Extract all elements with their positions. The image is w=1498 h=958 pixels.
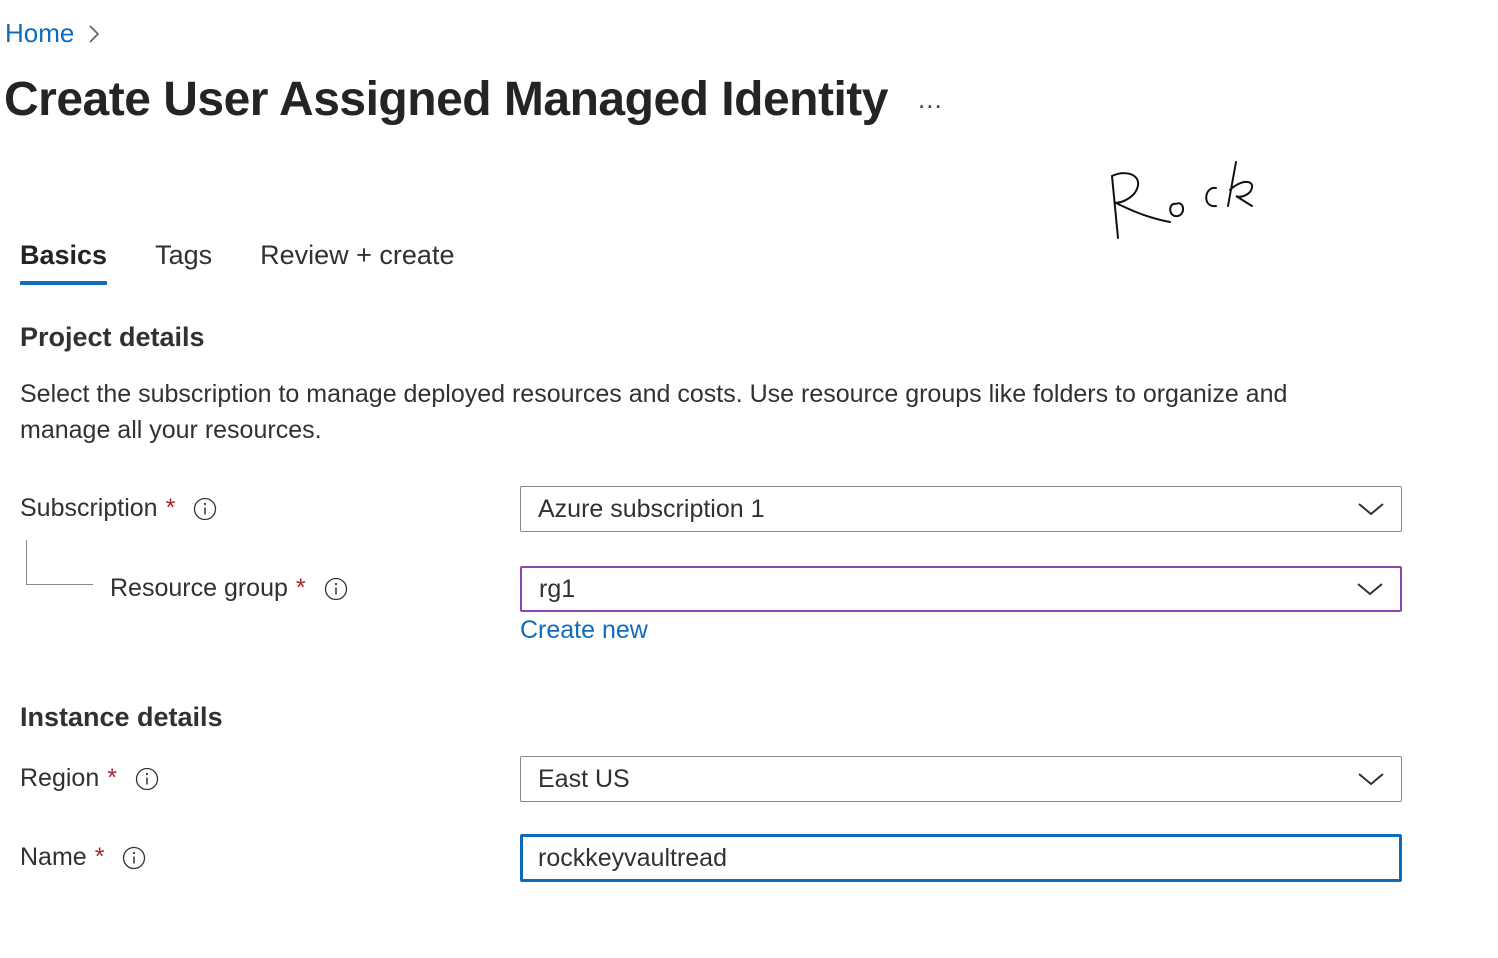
project-details-description: Select the subscription to manage deploy…: [20, 380, 1288, 444]
tab-review-create[interactable]: Review + create: [260, 240, 454, 285]
chevron-down-icon: [1357, 583, 1383, 596]
chevron-down-icon: [1358, 773, 1384, 786]
name-label: Name: [20, 843, 87, 871]
subscription-label-row: Subscription *: [20, 494, 217, 523]
resource-group-dropdown[interactable]: rg1: [520, 566, 1402, 612]
region-value: East US: [538, 764, 630, 793]
tree-connector: [26, 540, 93, 585]
name-label-row: Name *: [20, 843, 146, 872]
chevron-right-icon: [89, 24, 100, 43]
info-icon[interactable]: [324, 577, 348, 601]
chevron-down-icon: [1358, 503, 1384, 516]
tab-tags[interactable]: Tags: [155, 240, 212, 285]
resource-group-label: Resource group: [110, 574, 288, 602]
required-marker: *: [165, 494, 176, 522]
required-marker: *: [295, 574, 306, 602]
subscription-dropdown[interactable]: Azure subscription 1: [520, 486, 1402, 532]
region-label: Region: [20, 764, 100, 792]
instance-details-heading: Instance details: [20, 702, 223, 732]
breadcrumb: Home: [5, 18, 102, 49]
tab-basics[interactable]: Basics: [20, 240, 108, 285]
breadcrumb-home-link[interactable]: Home: [5, 18, 74, 49]
region-label-row: Region *: [20, 764, 159, 793]
region-dropdown[interactable]: East US: [520, 756, 1402, 802]
info-icon[interactable]: [193, 497, 217, 521]
resource-group-value: rg1: [539, 574, 576, 603]
subscription-label: Subscription: [20, 494, 158, 522]
handwritten-signature: [1110, 161, 1253, 239]
subscription-value: Azure subscription 1: [538, 494, 765, 523]
page-title: Create User Assigned Managed Identity: [4, 73, 888, 126]
project-details-heading: Project details: [20, 322, 205, 352]
info-icon[interactable]: [135, 767, 159, 791]
resource-group-label-row: Resource group *: [110, 574, 348, 603]
required-marker: *: [94, 843, 105, 871]
more-options-button[interactable]: ...: [918, 84, 943, 115]
create-new-resource-group-link[interactable]: Create new: [520, 616, 648, 645]
name-input[interactable]: [538, 843, 1399, 873]
name-field[interactable]: [520, 834, 1402, 882]
tab-bar: Basics Tags Review + create: [20, 240, 454, 285]
info-icon[interactable]: [122, 846, 146, 870]
required-marker: *: [107, 764, 117, 792]
